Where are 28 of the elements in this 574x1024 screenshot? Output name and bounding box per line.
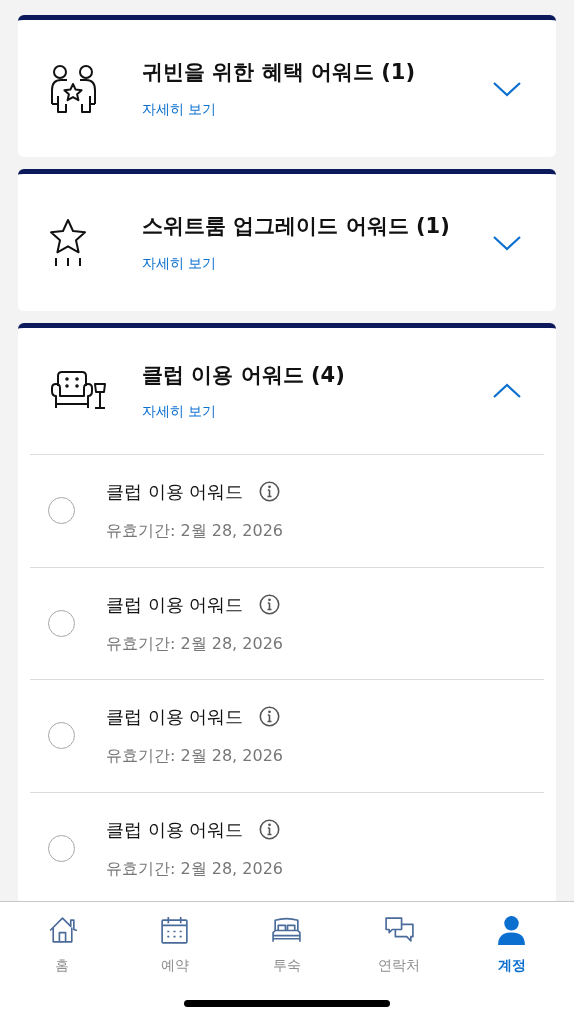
- award-group-title: 스위트룸 업그레이드 어워드 (1): [142, 213, 451, 241]
- info-icon[interactable]: [259, 481, 281, 503]
- info-icon[interactable]: [259, 593, 281, 615]
- validity-date: 유효기간: 2월 28, 2026: [106, 745, 283, 768]
- details-link[interactable]: 자세히 보기: [142, 252, 217, 274]
- award-name: 클럽 이용 어워드: [106, 817, 244, 842]
- collapse-chevron-icon[interactable]: [492, 383, 522, 399]
- tab-bar-item[interactable]: 예약: [129, 914, 220, 976]
- armchair-icon: [48, 370, 108, 412]
- expand-chevron-icon[interactable]: [492, 234, 522, 251]
- star-icon: [48, 217, 88, 268]
- tab-bar-item[interactable]: 연락처: [354, 914, 445, 976]
- tab-bar-item[interactable]: 투숙: [241, 914, 332, 976]
- award-group-title: 클럽 이용 어워드 (4): [142, 361, 346, 389]
- info-icon[interactable]: [259, 818, 281, 840]
- tab-bar-item[interactable]: 홈: [17, 914, 108, 976]
- details-link[interactable]: 자세히 보기: [142, 98, 217, 120]
- award-name: 클럽 이용 어워드: [106, 592, 244, 617]
- validity-date: 유효기간: 2월 28, 2026: [106, 520, 283, 543]
- award-name: 클럽 이용 어워드: [106, 480, 244, 505]
- details-link[interactable]: 자세히 보기: [142, 401, 217, 423]
- validity-date: 유효기간: 2월 28, 2026: [106, 632, 283, 655]
- info-icon[interactable]: [259, 706, 281, 728]
- award-group-title: 귀빈을 위한 혜택 어워드 (1): [142, 59, 417, 87]
- expand-chevron-icon[interactable]: [492, 80, 522, 97]
- tab-bar-item[interactable]: 계정: [466, 914, 557, 976]
- award-name: 클럽 이용 어워드: [106, 705, 244, 730]
- validity-date: 유효기간: 2월 28, 2026: [106, 857, 283, 880]
